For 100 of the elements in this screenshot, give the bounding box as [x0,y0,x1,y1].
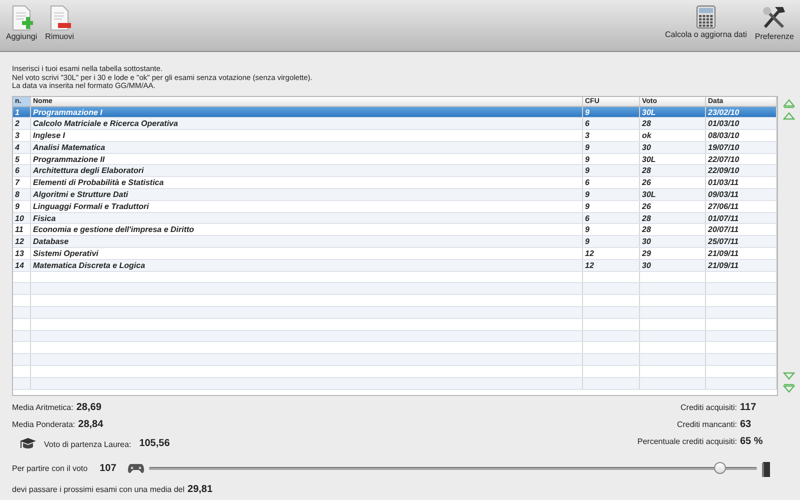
table-cell: Fisica [33,214,56,223]
table-cell: 9 [585,166,590,176]
table-cell: 9 [585,142,590,152]
table-cell: 22/07/10 [708,154,740,164]
table-cell: 27/06/11 [708,202,739,211]
table-cell: 09/03/11 [708,190,739,200]
table-cell: 26 [642,178,651,188]
table-cell: Programmazione I [33,108,102,116]
table-row[interactable]: 5 Programmazione II 9 30L 22/07/10 [13,154,777,166]
toolbar-button[interactable]: Calcola o aggiorna dati [663,5,749,43]
move-top-button[interactable] [782,98,796,108]
move-bottom-button[interactable] [782,384,796,394]
table-cell: 6 [15,166,20,176]
table-row[interactable]: 7 Elementi di Probabilità e Statistica 6 26 01/03/11 [13,177,777,190]
table-row[interactable]: 3 Inglese I 3 ok 08/03/10 [13,130,777,142]
table-row[interactable]: 13 Sistemi Operativi 12 29 21/09/11 [13,248,777,260]
table-cell: 30 [642,260,651,270]
table-cell: 1 [15,108,20,116]
table-cell: 9 [585,108,590,116]
table-cell: Database [33,237,69,246]
table-cell: 30L [642,108,656,116]
table-cell: 28 [642,166,651,176]
table-cell: 25/07/11 [708,237,739,246]
table-cell: 3 [15,131,20,140]
table-cell: Matematica Discreta e Logica [33,260,146,270]
table-cell: Analisi Matematica [33,142,106,152]
hammer-wrench-icon [761,5,788,31]
table-cell: 5 [15,154,20,164]
table-cell: 6 [585,214,590,223]
table-cell: 26 [642,202,651,211]
table-cell: 12 [585,249,594,258]
table-cell: 01/07/11 [708,214,739,223]
table-cell: 9 [15,202,20,211]
table-cell: 30 [642,142,651,152]
table-row[interactable]: 14 Matematica Discreta e Logica 12 30 21/09/11 [13,260,777,272]
remove-document-icon [48,5,71,31]
stat-value: 28,84 [78,418,104,432]
toolbar-button[interactable]: Rimuovi [43,5,76,43]
table-cell: 9 [585,154,590,164]
table-cell: 11 [15,225,24,234]
table-cell: 7 [15,178,20,188]
result-value: 29,81 [188,482,213,496]
table-cell: 28 [642,225,651,234]
table-cell: 12 [585,260,594,270]
table-row[interactable]: 8 Algoritmi e Strutture Dati 9 30L 09/03/11 [13,189,777,201]
table-row[interactable]: 9 Linguaggi Formali e Traduttori 9 26 27/06/11 [13,200,777,213]
table-cell: 08/03/10 [708,131,740,140]
book-icon [760,460,771,476]
table-cell: 4 [15,142,20,152]
table-cell: Linguaggi Formali e Traduttori [33,202,149,211]
table-cell: 9 [585,237,590,246]
move-down-button[interactable] [782,370,796,380]
stat-value: 65 % [740,434,764,448]
table-cell: Algoritmi e Strutture Dati [33,190,128,200]
table-cell: 30L [642,190,656,200]
table-cell: 20/07/11 [708,225,739,234]
table-cell: ok [642,131,652,140]
stat-value: 117 [740,400,758,414]
table-cell: 01/03/10 [708,119,740,128]
add-document-icon [10,5,33,31]
table-row[interactable]: 4 Analisi Matematica 9 30 19/07/10 [13,142,777,154]
table-cell: 9 [585,190,590,200]
stat-label: Voto di partenza Laurea: [44,438,132,450]
slider-thumb[interactable] [714,462,726,474]
table-cell: 6 [585,119,590,128]
table-cell: 23/02/10 [708,108,740,116]
toolbar-button[interactable]: Preferenze [752,5,796,43]
target-label: Per partire con il voto [12,462,88,474]
result-label: devi passare i prossimi esami con una media del [12,484,185,496]
stat-label: Media Ponderata: [12,418,76,430]
toolbar-button[interactable]: Aggiungi [4,5,40,43]
table-cell: 30L [642,154,656,164]
table-cell: Inglese I [33,131,66,140]
table-row[interactable]: 12 Database 9 30 25/07/11 [13,236,777,248]
table-cell: 21/09/11 [708,249,739,258]
table-cell: 6 [585,178,590,188]
table-cell: 2 [15,119,20,128]
stat-value: 105,56 [139,436,170,450]
move-up-button[interactable] [782,110,796,120]
gamepad-icon [128,464,144,474]
table-cell: Calcolo Matriciale e Ricerca Operativa [33,119,178,128]
table-cell: 30 [642,237,651,246]
table-cell: 14 [15,260,24,270]
table-row[interactable]: 6 Architettura degli Elaboratori 9 28 22/09/10 [13,165,777,178]
stat-value: 63 [740,418,752,432]
table-cell: 19/07/10 [708,142,740,152]
stat-label: Media Aritmetica: [12,402,74,414]
table-cell: 9 [585,225,590,234]
table-cell: 9 [585,202,590,211]
table-row[interactable]: 1 Programmazione I 9 30L 23/02/10 [13,106,777,118]
stat-label: Crediti acquisiti: [680,402,737,414]
table-cell: 28 [642,119,651,128]
table-row[interactable]: 2 Calcolo Matriciale e Ricerca Operativa 6 28 01/03/10 [13,118,777,130]
stat-label: Percentuale crediti acquisiti: [637,436,737,448]
table-row[interactable]: 10 Fisica 6 28 01/07/11 [13,212,777,224]
table-cell: 22/09/10 [708,166,740,176]
table-cell: 29 [642,249,651,258]
table-cell: Sistemi Operativi [33,249,98,258]
table-cell: 13 [15,249,24,258]
table-row[interactable]: 11 Economia e gestione dell'impresa e Diritto 9 28 20/07/11 [13,224,777,236]
